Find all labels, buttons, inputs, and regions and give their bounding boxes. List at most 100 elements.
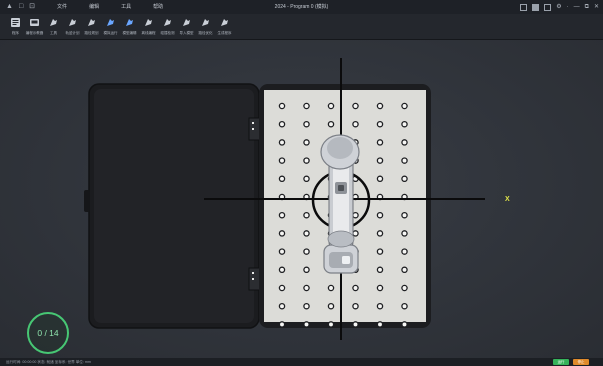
ribbon-toolbar: 程序 编程示教器 工具 轨迹计划 路径规划 模拟运行 模型编辑 离线编程 碰撞检测 导入模型 路径优… bbox=[0, 14, 603, 40]
offline-icon bbox=[143, 17, 154, 28]
pegboard-hole bbox=[303, 230, 310, 237]
menu-edit[interactable]: 编辑 bbox=[89, 0, 99, 14]
pegboard-hole bbox=[327, 102, 335, 110]
app-menu-icon[interactable]: ▲ bbox=[6, 0, 13, 14]
window-controls: ⚙ · — ⧉ ✕ bbox=[520, 0, 599, 14]
pegboard-hole bbox=[278, 266, 286, 274]
toolbar-button-generate[interactable]: 生成程序 bbox=[215, 14, 234, 40]
pegboard-hole bbox=[401, 102, 408, 110]
pegboard-hole bbox=[327, 321, 335, 328]
pegboard-hole bbox=[376, 157, 384, 164]
title-bar: ▲ □ ⊡ 文件 编辑 工具 帮助 2024 - Program 0 (模拟) … bbox=[0, 0, 603, 14]
toolbar-button-label: 轨迹计划 bbox=[65, 31, 80, 35]
pegboard-hole bbox=[401, 211, 408, 219]
pegboard-hole bbox=[376, 284, 384, 292]
toolbar-button-offline[interactable]: 离线编程 bbox=[139, 14, 158, 40]
pegboard-hole bbox=[401, 230, 408, 237]
pegboard-hole bbox=[278, 230, 286, 237]
pegboard-hole bbox=[376, 211, 384, 219]
tool-icon bbox=[48, 17, 59, 28]
pegboard-hole bbox=[376, 248, 384, 255]
run-status-badge[interactable]: 运行 bbox=[553, 359, 569, 365]
open-file-icon[interactable]: ⊡ bbox=[29, 0, 35, 14]
toolbar-button-label: 编程示教器 bbox=[25, 31, 44, 35]
menu-file[interactable]: 文件 bbox=[57, 0, 67, 14]
toolbar-button-label: 工具 bbox=[50, 31, 57, 35]
toolbar-button-trajectory[interactable]: 轨迹计划 bbox=[63, 14, 82, 40]
pegboard-hole bbox=[401, 157, 408, 164]
maximize-icon[interactable]: ⧉ bbox=[585, 0, 589, 14]
toolbar-button-document[interactable]: 程序 bbox=[6, 14, 25, 40]
pegboard-hole bbox=[303, 266, 310, 274]
pegboard-hole bbox=[303, 321, 310, 328]
toolbar-button-model[interactable]: 模型编辑 bbox=[120, 14, 139, 40]
status-text: 运行时间: 00:00:00 状态: 就绪 坐标系: 世界 单位: mm bbox=[6, 359, 91, 364]
pegboard-hole bbox=[352, 230, 359, 237]
toolbar-button-label: 导入模型 bbox=[179, 31, 194, 35]
pegboard-hole bbox=[278, 321, 286, 328]
trajectory-icon bbox=[67, 17, 78, 28]
toolbar-button-label: 程序 bbox=[12, 31, 19, 35]
pegboard-hole bbox=[376, 120, 384, 128]
pegboard-hole bbox=[401, 302, 408, 310]
pegboard-hole bbox=[401, 175, 408, 183]
pegboard-hole bbox=[376, 266, 384, 274]
scene-svg[interactable]: X bbox=[0, 40, 603, 358]
pegboard-hole bbox=[278, 211, 286, 219]
pegboard-hole bbox=[376, 302, 384, 310]
layout-icon[interactable] bbox=[520, 3, 528, 11]
pegboard-hole bbox=[327, 120, 335, 128]
toolbar-button-import[interactable]: 导入模型 bbox=[177, 14, 196, 40]
pegboard-hole bbox=[401, 139, 408, 146]
pegboard-hole bbox=[278, 284, 286, 292]
toolbar-button-simulate[interactable]: 模拟运行 bbox=[101, 14, 120, 40]
toolbar-button-label: 生成程序 bbox=[217, 31, 232, 35]
toolbar-button-tool[interactable]: 工具 bbox=[44, 14, 63, 40]
pegboard-hole bbox=[376, 321, 384, 328]
pegboard-hole bbox=[401, 284, 408, 292]
pegboard-hole bbox=[327, 284, 335, 292]
new-file-icon[interactable]: □ bbox=[19, 0, 23, 14]
case-lid bbox=[84, 83, 260, 329]
pegboard-hole bbox=[278, 120, 286, 128]
pegboard-hole bbox=[303, 302, 310, 310]
pegboard-hole bbox=[376, 139, 384, 146]
pegboard-hole bbox=[401, 120, 408, 128]
pegboard-hole bbox=[376, 102, 384, 110]
model-icon bbox=[124, 17, 135, 28]
close-icon[interactable]: ✕ bbox=[594, 0, 599, 14]
menu-help[interactable]: 帮助 bbox=[153, 0, 163, 14]
separator-dot: · bbox=[566, 4, 569, 10]
toolbar-button-label: 模拟运行 bbox=[103, 31, 118, 35]
pegboard-hole bbox=[303, 211, 310, 219]
toolbar-button-label: 模型编辑 bbox=[122, 31, 137, 35]
toolbar-button-collision[interactable]: 碰撞检测 bbox=[158, 14, 177, 40]
toolbar-button-optimize[interactable]: 路径优化 bbox=[196, 14, 215, 40]
pegboard-hole bbox=[278, 175, 286, 183]
pegboard-hole bbox=[303, 120, 310, 128]
collision-icon bbox=[162, 17, 173, 28]
pegboard-hole bbox=[278, 248, 286, 255]
toolbar-button-label: 离线编程 bbox=[141, 31, 156, 35]
view-icon[interactable] bbox=[532, 3, 540, 11]
toolbar-button-teach-pendant[interactable]: 编程示教器 bbox=[25, 14, 44, 40]
settings-icon[interactable]: ⚙ bbox=[556, 0, 561, 14]
teach-pendant-icon bbox=[29, 17, 40, 28]
stop-status-badge[interactable]: 停止 bbox=[573, 359, 589, 365]
pegboard-hole bbox=[376, 175, 384, 183]
toolbar-button-path[interactable]: 路径规划 bbox=[82, 14, 101, 40]
pegboard-hole bbox=[352, 321, 359, 328]
minimize-icon[interactable]: — bbox=[574, 0, 580, 14]
pegboard-hole bbox=[278, 302, 286, 310]
pegboard-hole bbox=[303, 139, 310, 146]
toolbar-button-label: 碰撞检测 bbox=[160, 31, 175, 35]
pegboard-hole bbox=[278, 102, 286, 110]
menu-tools[interactable]: 工具 bbox=[121, 0, 131, 14]
panel-icon[interactable] bbox=[544, 3, 552, 11]
optimize-icon bbox=[200, 17, 211, 28]
toolbar-button-label: 路径优化 bbox=[198, 31, 213, 35]
pegboard-hole bbox=[303, 102, 310, 110]
path-icon bbox=[86, 17, 97, 28]
3d-viewport[interactable]: X bbox=[0, 40, 603, 358]
pegboard-hole bbox=[376, 230, 384, 237]
